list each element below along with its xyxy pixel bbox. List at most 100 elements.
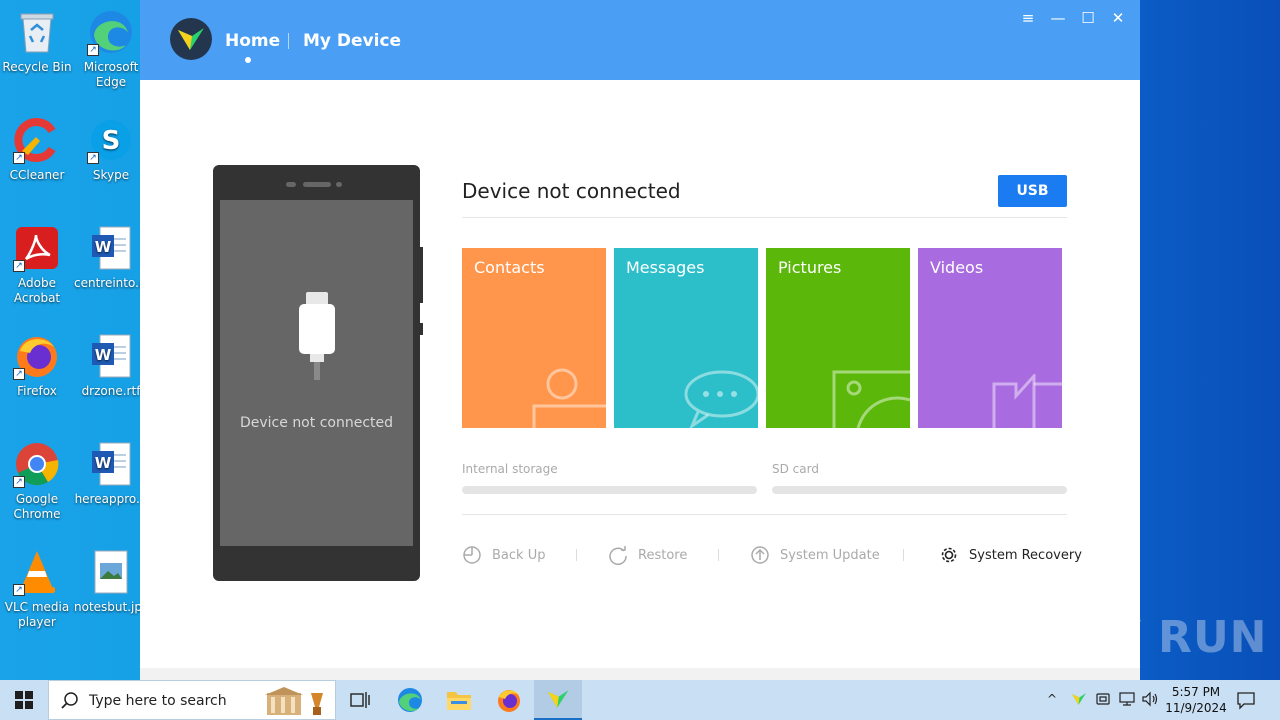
tray-app-icon[interactable] (1071, 691, 1087, 710)
shortcut-arrow-icon: ↗ (13, 368, 25, 380)
folder-icon (447, 692, 471, 710)
picture-icon (832, 370, 910, 428)
restore-label: Restore (638, 547, 688, 563)
shortcut-arrow-icon: ↗ (13, 152, 25, 164)
action-separator (576, 549, 577, 561)
phone-status-message: Device not connected (239, 415, 393, 431)
tile-label: Pictures (778, 258, 842, 277)
taskbar-edge[interactable] (386, 680, 434, 720)
restore-button[interactable]: Restore (608, 545, 687, 565)
desktop-icon-vlc[interactable]: ↗ VLC media player (0, 548, 74, 630)
volume-icon[interactable] (1141, 691, 1159, 710)
system-update-label: System Update (780, 547, 880, 563)
svg-text:S: S (102, 126, 121, 156)
desktop-icon-acrobat[interactable]: ↗ Adobe Acrobat (0, 224, 74, 306)
app-window: Home My Device ≡ — ☐ ✕ Device not connec… (140, 0, 1140, 680)
backup-icon (463, 546, 481, 564)
taskbar-search[interactable]: Type here to search (48, 680, 336, 720)
network-icon[interactable] (1118, 691, 1136, 710)
firefox-icon: ↗ (13, 332, 61, 380)
phone-side-button (420, 323, 423, 335)
desktop-icon-firefox[interactable]: ↗ Firefox (0, 332, 74, 399)
shortcut-arrow-icon: ↗ (87, 152, 99, 164)
tile-videos[interactable]: Videos (918, 248, 1062, 428)
desktop-icon-ccleaner[interactable]: ↗ CCleaner (0, 116, 74, 183)
svg-text:W: W (95, 454, 112, 472)
notification-icon[interactable] (1236, 690, 1256, 714)
action-separator (903, 549, 904, 561)
desktop-icon-centreinto[interactable]: W centreinto.rtf (74, 224, 153, 291)
phone-side-button (420, 247, 423, 303)
tile-messages[interactable]: Messages (614, 248, 758, 428)
taskbar-firefox[interactable] (485, 680, 533, 720)
desktop-icon-edge[interactable]: ↗ Microsoft Edge (74, 8, 148, 90)
desktop-icon-drzone[interactable]: W drzone.rtf (74, 332, 148, 399)
divider (462, 217, 1067, 218)
device-status-title: Device not connected (462, 179, 681, 203)
phone-screen: Device not connected (220, 200, 413, 546)
chat-bubble-icon (684, 370, 758, 428)
desktop-icon-hereappro[interactable]: W hereappro... (74, 440, 148, 507)
video-icon (992, 374, 1062, 428)
shortcut-arrow-icon: ↗ (13, 584, 25, 596)
restore-icon (609, 546, 627, 565)
system-recovery-button[interactable]: System Recovery (939, 545, 1082, 565)
close-icon[interactable]: ✕ (1106, 8, 1130, 28)
task-view-button[interactable] (336, 680, 384, 720)
clock-date: 11/9/2024 (1165, 701, 1227, 715)
taskbar-drfone-app[interactable] (534, 680, 582, 720)
usb-button[interactable]: USB (998, 175, 1067, 207)
desktop-icon-chrome[interactable]: ↗ Google Chrome (0, 440, 74, 522)
desktop-icon-notesbut[interactable]: notesbut.jpg (74, 548, 150, 615)
image-file-icon (87, 548, 135, 596)
tile-label: Contacts (474, 258, 545, 277)
update-arrow-icon (751, 546, 769, 564)
svg-text:W: W (95, 346, 112, 364)
system-update-button[interactable]: System Update (750, 545, 880, 565)
system-recovery-label: System Recovery (969, 547, 1082, 563)
divider (462, 514, 1067, 515)
start-button[interactable] (0, 680, 48, 720)
svg-text:W: W (95, 238, 112, 256)
shortcut-arrow-icon: ↗ (87, 44, 99, 56)
skype-icon: S ↗ (87, 116, 135, 164)
chrome-icon: ↗ (13, 440, 61, 488)
minimize-icon[interactable]: — (1046, 8, 1070, 28)
ccleaner-icon: ↗ (13, 116, 61, 164)
backup-button[interactable]: Back Up (462, 545, 545, 565)
task-view-icon (350, 692, 370, 708)
edge-icon: ↗ (87, 8, 135, 56)
tile-label: Messages (626, 258, 705, 277)
tray-device-icon[interactable] (1095, 691, 1111, 710)
word-doc-icon: W (87, 224, 135, 272)
shortcut-arrow-icon: ↗ (13, 476, 25, 488)
desktop-icon-recycle-bin[interactable]: Recycle Bin (0, 8, 74, 75)
tile-contacts[interactable]: Contacts (462, 248, 606, 428)
phone-camera (286, 182, 296, 187)
desktop-icon-skype[interactable]: S ↗ Skype (74, 116, 148, 183)
search-icon (61, 692, 78, 709)
app-logo-icon (170, 18, 212, 60)
tile-label: Videos (930, 258, 984, 277)
backup-label: Back Up (492, 547, 546, 563)
taskbar-clock[interactable]: 5:57 PM 11/9/2024 (1163, 684, 1229, 716)
tile-pictures[interactable]: Pictures (766, 248, 910, 428)
windows-logo-icon (15, 691, 33, 709)
internal-storage-bar (462, 486, 757, 494)
watermark: ANY RUN (1036, 612, 1268, 663)
chevron-up-icon[interactable]: ^ (1047, 692, 1057, 706)
nav-active-indicator (245, 57, 251, 63)
window-footer (140, 668, 1140, 680)
shortcut-arrow-icon: ↗ (13, 260, 25, 272)
firefox-icon (498, 690, 520, 712)
gear-icon (941, 547, 957, 563)
contact-person-icon (532, 368, 606, 428)
search-highlight-icon (265, 687, 323, 715)
nav-my-device[interactable]: My Device (303, 31, 401, 51)
menu-icon[interactable]: ≡ (1016, 8, 1040, 28)
sd-card-label: SD card (772, 462, 819, 476)
taskbar-file-explorer[interactable] (435, 680, 483, 720)
usb-cable-icon (299, 292, 335, 380)
maximize-icon[interactable]: ☐ (1076, 8, 1100, 28)
nav-home[interactable]: Home (225, 31, 280, 51)
